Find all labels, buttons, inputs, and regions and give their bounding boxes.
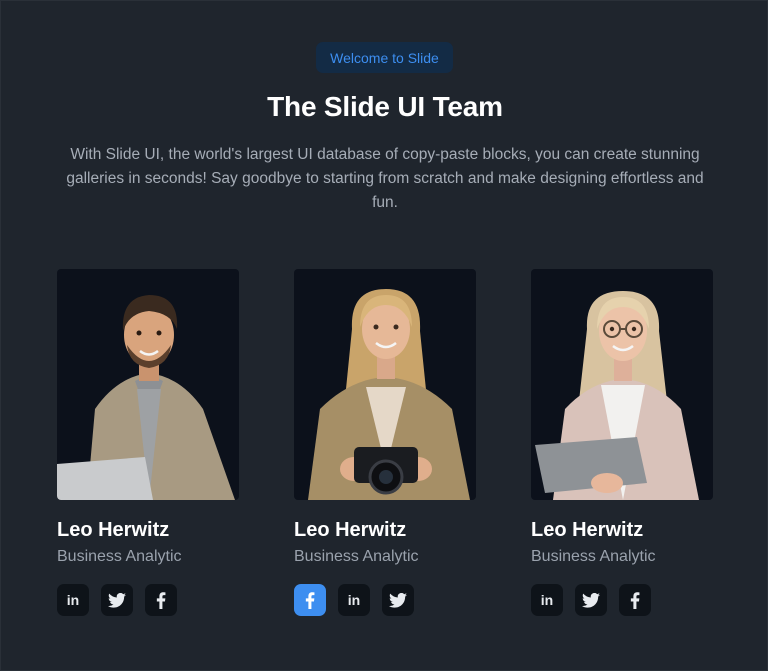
twitter-button[interactable] (575, 584, 607, 616)
facebook-button[interactable] (145, 584, 177, 616)
social-links: in (531, 584, 713, 616)
team-section: Welcome to Slide The Slide UI Team With … (0, 0, 768, 671)
member-photo (294, 269, 476, 500)
facebook-button[interactable] (294, 584, 326, 616)
twitter-icon (582, 592, 600, 608)
linkedin-button[interactable]: in (531, 584, 563, 616)
member-role: Business Analytic (531, 548, 656, 565)
member-name: Leo Herwitz (531, 519, 644, 541)
social-links: in (57, 584, 239, 616)
facebook-icon (305, 591, 315, 609)
linkedin-button[interactable]: in (57, 584, 89, 616)
member-name: Leo Herwitz (294, 519, 407, 541)
linkedin-button[interactable]: in (338, 584, 370, 616)
linkedin-icon: in (66, 592, 80, 608)
social-links: in (294, 584, 476, 616)
team-card: Leo Herwitz Business Analytic in (531, 269, 713, 616)
member-photo (57, 269, 239, 500)
linkedin-icon: in (540, 592, 554, 608)
twitter-button[interactable] (382, 584, 414, 616)
page-subtitle: With Slide UI, the world's largest UI da… (66, 146, 704, 211)
team-card: Leo Herwitz Business Analytic in (57, 269, 239, 616)
facebook-button[interactable] (619, 584, 651, 616)
team-card: Leo Herwitz Business Analytic in (294, 269, 476, 616)
member-role: Business Analytic (57, 548, 182, 565)
member-role: Business Analytic (294, 548, 419, 565)
page-title: The Slide UI Team (267, 91, 503, 122)
welcome-badge: Welcome to Slide (316, 42, 453, 73)
member-photo (531, 269, 713, 500)
facebook-icon (156, 591, 166, 609)
twitter-icon (389, 592, 407, 608)
twitter-icon (108, 592, 126, 608)
linkedin-icon: in (347, 592, 361, 608)
twitter-button[interactable] (101, 584, 133, 616)
facebook-icon (630, 591, 640, 609)
member-name: Leo Herwitz (57, 519, 170, 541)
